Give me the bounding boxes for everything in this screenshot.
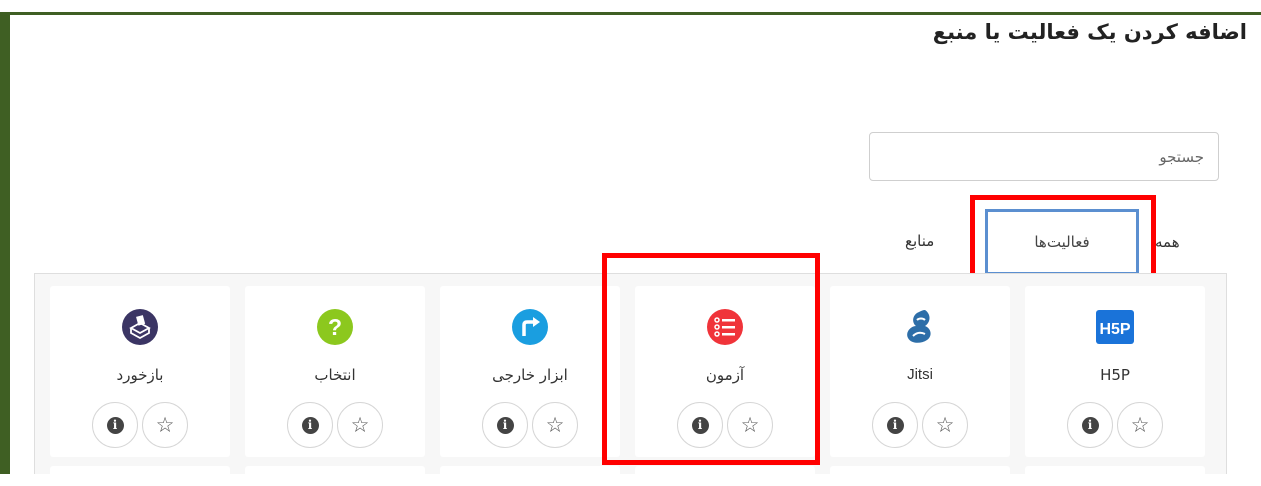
module-label: Jitsi xyxy=(907,366,933,383)
info-icon: i xyxy=(886,416,904,434)
dialog-title: اضافه کردن یک فعالیت یا منبع xyxy=(932,20,1247,44)
choice-icon: ? xyxy=(316,308,354,346)
svg-text:?: ? xyxy=(328,314,342,340)
module-card-external-tool[interactable]: ابزار خارجی i ☆ xyxy=(440,286,620,457)
module-label: H5P xyxy=(1100,366,1130,384)
tab-all[interactable]: همه xyxy=(1155,233,1180,251)
star-icon: ☆ xyxy=(545,412,565,437)
module-card-jitsi[interactable]: Jitsi i ☆ xyxy=(830,286,1010,457)
info-button[interactable]: i xyxy=(1067,402,1113,448)
module-card-h5p[interactable]: H5P H5P i ☆ xyxy=(1025,286,1205,457)
star-button[interactable]: ☆ xyxy=(922,402,968,448)
info-icon: i xyxy=(1081,416,1099,434)
module-card-partial[interactable] xyxy=(50,466,230,486)
jitsi-icon xyxy=(901,308,939,346)
info-button[interactable]: i xyxy=(872,402,918,448)
info-icon: i xyxy=(301,416,319,434)
star-button[interactable]: ☆ xyxy=(337,402,383,448)
module-card-partial[interactable] xyxy=(245,466,425,486)
info-button[interactable]: i xyxy=(92,402,138,448)
star-icon: ☆ xyxy=(1130,412,1150,437)
info-icon: i xyxy=(106,416,124,434)
search-input[interactable] xyxy=(869,132,1219,181)
info-button[interactable]: i xyxy=(287,402,333,448)
star-button[interactable]: ☆ xyxy=(532,402,578,448)
star-icon: ☆ xyxy=(155,412,175,437)
feedback-icon xyxy=(121,308,159,346)
info-button[interactable]: i xyxy=(482,402,528,448)
h5p-icon: H5P xyxy=(1096,308,1134,346)
module-card-partial[interactable] xyxy=(635,466,815,486)
star-icon: ☆ xyxy=(350,412,370,437)
star-button[interactable]: ☆ xyxy=(1117,402,1163,448)
star-icon: ☆ xyxy=(935,412,955,437)
star-button[interactable]: ☆ xyxy=(142,402,188,448)
module-label: ابزار خارجی xyxy=(492,366,568,384)
tab-resources[interactable]: منابع xyxy=(905,232,934,250)
module-card-choice[interactable]: ? انتخاب i ☆ xyxy=(245,286,425,457)
module-label: بازخورد xyxy=(116,366,164,384)
module-card-partial[interactable] xyxy=(440,466,620,486)
info-icon: i xyxy=(496,416,514,434)
module-card-feedback[interactable]: بازخورد i ☆ xyxy=(50,286,230,457)
svg-text:H5P: H5P xyxy=(1099,321,1130,338)
module-card-partial[interactable] xyxy=(1025,466,1205,486)
module-label: انتخاب xyxy=(314,366,356,384)
external-tool-icon xyxy=(511,308,549,346)
highlight-box-quiz xyxy=(602,253,820,465)
module-card-partial[interactable] xyxy=(830,466,1010,486)
